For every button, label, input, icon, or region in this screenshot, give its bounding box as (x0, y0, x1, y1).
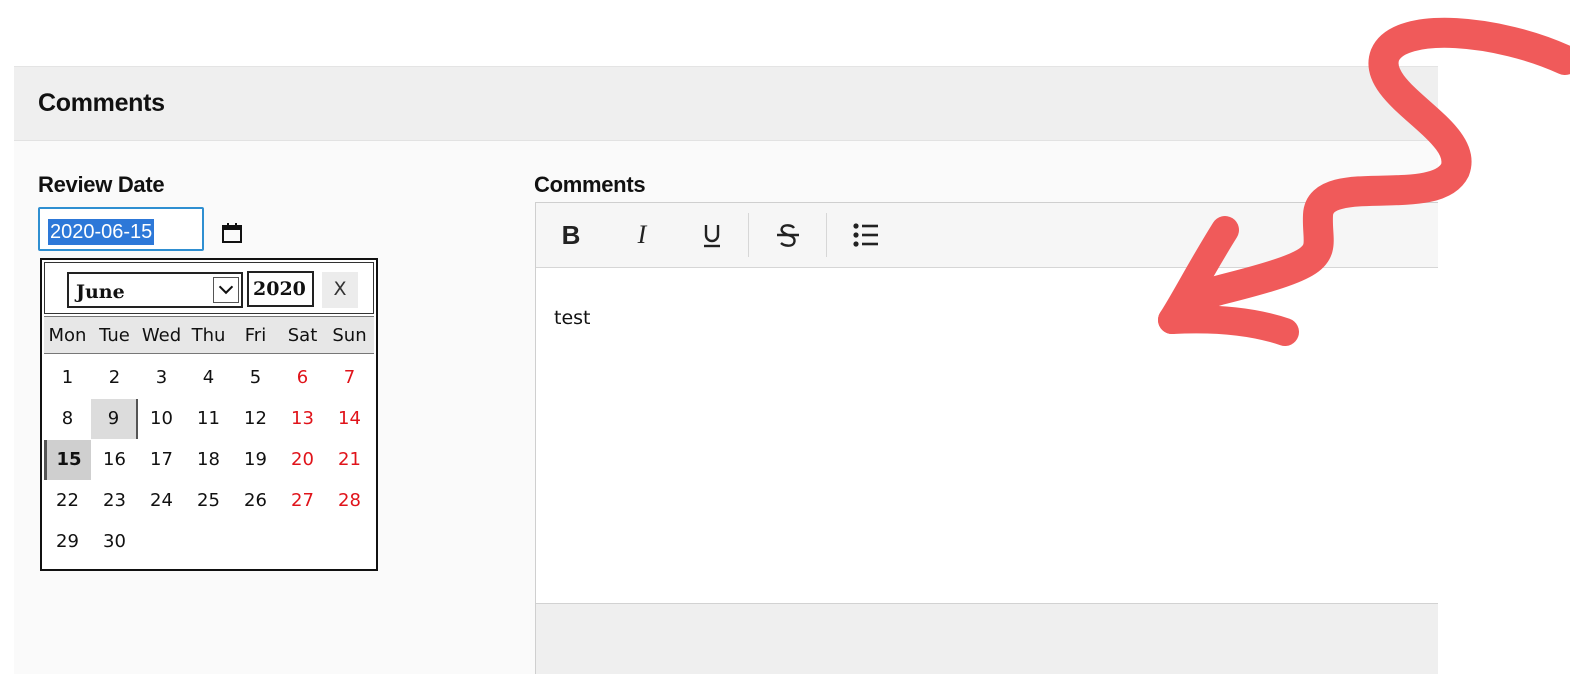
weekday-label: Mon (48, 325, 87, 346)
review-date-input[interactable]: 2020-06-15 (38, 207, 204, 251)
calendar-icon[interactable] (221, 222, 243, 244)
weekday-label: Wed (141, 325, 182, 346)
editor-toolbar: B I (536, 203, 1438, 268)
calendar-day[interactable]: 4 (185, 358, 232, 398)
calendar-day[interactable]: 20 (279, 440, 326, 480)
calendar-day[interactable]: 17 (138, 440, 185, 480)
toolbar-separator (826, 213, 827, 257)
underline-icon[interactable] (694, 217, 730, 253)
weekday-header-row: Mon Tue Wed Thu Fri Sat Sun (44, 316, 374, 354)
calendar-day[interactable]: 10 (138, 399, 185, 439)
month-select[interactable]: June (67, 272, 243, 308)
calendar-day[interactable]: 22 (44, 481, 91, 521)
editor-footer (536, 603, 1438, 674)
date-picker-popup: June 2020 X Mon Tue Wed Thu Fri Sat Sun 123456… (40, 258, 378, 571)
weekday-label: Sun (332, 325, 367, 346)
calendar-day[interactable]: 2 (91, 358, 138, 398)
calendar-day[interactable]: 23 (91, 481, 138, 521)
calendar-day[interactable]: 5 (232, 358, 279, 398)
calendar-day[interactable]: 9 (91, 399, 138, 439)
panel-header: Comments (14, 67, 1438, 141)
calendar-day[interactable]: 24 (138, 481, 185, 521)
toolbar-separator (748, 213, 749, 257)
panel-title: Comments (38, 89, 165, 117)
calendar-day[interactable]: 18 (185, 440, 232, 480)
calendar-day[interactable]: 11 (185, 399, 232, 439)
bullet-list-icon[interactable] (848, 217, 884, 253)
weekday-label: Sat (287, 325, 318, 346)
calendar-day[interactable]: 3 (138, 358, 185, 398)
calendar-day[interactable]: 16 (91, 440, 138, 480)
editor-content[interactable]: test (554, 307, 591, 329)
date-picker-header: June 2020 X (44, 262, 374, 314)
calendar-day[interactable]: 15 (44, 440, 91, 480)
bold-icon[interactable]: B (553, 217, 589, 253)
month-select-value: June (76, 281, 125, 303)
year-input[interactable]: 2020 (247, 271, 314, 307)
calendar-day[interactable]: 28 (326, 481, 373, 521)
strikethrough-icon[interactable] (770, 217, 806, 253)
comments-editor: B I test (535, 202, 1438, 674)
review-date-label: Review Date (38, 172, 165, 197)
comments-panel: Comments Review Date 2020-06-15 June 202… (14, 66, 1438, 674)
calendar-day[interactable]: 30 (91, 522, 138, 562)
calendar-day[interactable]: 8 (44, 399, 91, 439)
calendar-day[interactable]: 12 (232, 399, 279, 439)
weekday-label: Thu (191, 325, 226, 346)
calendar-day[interactable]: 13 (279, 399, 326, 439)
italic-icon[interactable]: I (624, 217, 660, 253)
calendar-day[interactable]: 7 (326, 358, 373, 398)
comments-label: Comments (534, 172, 646, 197)
chevron-down-icon[interactable] (213, 277, 239, 303)
calendar-day[interactable]: 6 (279, 358, 326, 398)
calendar-day[interactable]: 29 (44, 522, 91, 562)
calendar-day[interactable]: 26 (232, 481, 279, 521)
weekday-label: Fri (244, 325, 267, 346)
weekday-label: Tue (99, 325, 130, 346)
calendar-day[interactable]: 25 (185, 481, 232, 521)
calendar-day[interactable]: 14 (326, 399, 373, 439)
calendar-day[interactable]: 27 (279, 481, 326, 521)
calendar-day[interactable]: 19 (232, 440, 279, 480)
calendar-day[interactable]: 21 (326, 440, 373, 480)
calendar-day[interactable]: 1 (44, 358, 91, 398)
review-date-value: 2020-06-15 (48, 219, 155, 245)
close-calendar-button[interactable]: X (322, 272, 358, 308)
